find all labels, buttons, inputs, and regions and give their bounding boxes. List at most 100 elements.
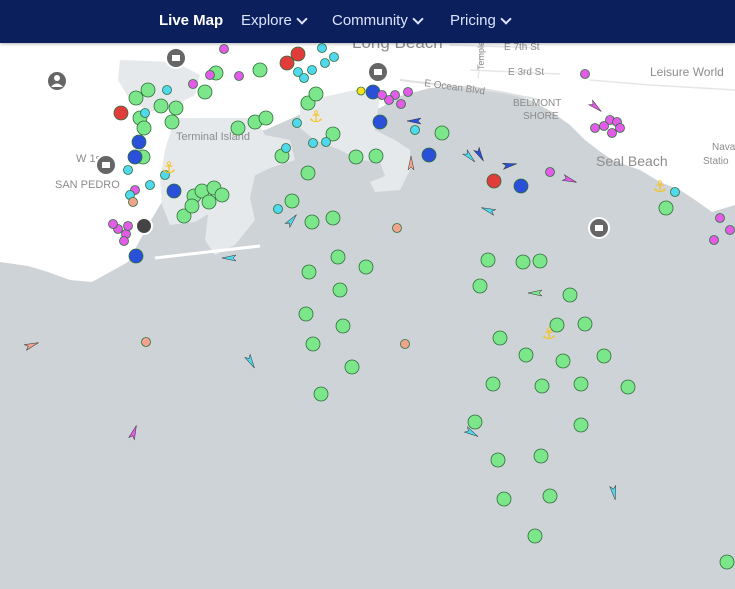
vessel-anchored[interactable] — [527, 528, 543, 544]
nav-live-map[interactable]: Live Map — [159, 12, 223, 29]
anchor-icon[interactable]: ⚓ — [653, 177, 667, 196]
vessel-tug[interactable] — [281, 143, 291, 153]
vessel-pleasure[interactable] — [108, 219, 118, 229]
vessel-anchored[interactable] — [534, 378, 550, 394]
vessel-tug[interactable] — [321, 137, 331, 147]
vessel-anchored[interactable] — [305, 336, 321, 352]
vessel-tug[interactable] — [308, 138, 318, 148]
vessel-pleasure[interactable] — [615, 123, 625, 133]
vessel-anchored[interactable] — [197, 84, 213, 100]
vessel-anchored[interactable] — [184, 198, 200, 214]
vessel-anchored[interactable] — [480, 252, 496, 268]
vessel-tug[interactable] — [299, 73, 309, 83]
vessel-tug[interactable] — [162, 85, 172, 95]
vessel-tug[interactable] — [317, 43, 327, 53]
vessel-anchored[interactable] — [518, 347, 534, 363]
vessel-anchored[interactable] — [298, 306, 314, 322]
vessel-passenger[interactable] — [131, 134, 147, 150]
vessel-passenger[interactable] — [128, 248, 144, 264]
vessel-passenger[interactable] — [127, 149, 143, 165]
vessel-anchored[interactable] — [348, 149, 364, 165]
vessel-anchored[interactable] — [136, 120, 152, 136]
vessel-anchored[interactable] — [358, 259, 374, 275]
vessel-anchored[interactable] — [492, 330, 508, 346]
vessel-tug[interactable] — [292, 118, 302, 128]
vessel-pleasure[interactable] — [234, 71, 244, 81]
vessel-pleasure[interactable] — [715, 213, 725, 223]
vessel-pleasure[interactable] — [377, 90, 387, 100]
vessel-other[interactable] — [392, 223, 402, 233]
vessel-anchored[interactable] — [496, 491, 512, 507]
vessel-pleasure[interactable] — [709, 235, 719, 245]
vessel-pleasure[interactable] — [403, 87, 413, 97]
vessel-pleasure[interactable] — [607, 128, 617, 138]
vessel-tug[interactable] — [329, 52, 339, 62]
nav-pricing[interactable]: Pricing — [450, 12, 512, 29]
vessel-anchored[interactable] — [532, 253, 548, 269]
vessel-anchored[interactable] — [596, 348, 612, 364]
vessel-tug[interactable] — [140, 108, 150, 118]
vessel-anchored[interactable] — [332, 282, 348, 298]
vessel-passenger[interactable] — [372, 114, 388, 130]
vessel-anchored[interactable] — [214, 187, 230, 203]
vessel-anchored[interactable] — [258, 110, 274, 126]
anchor-icon[interactable]: ⚓ — [162, 158, 176, 177]
vessel-anchored[interactable] — [308, 86, 324, 102]
vessel-pleasure[interactable] — [580, 69, 590, 79]
vessel-anchored[interactable] — [542, 488, 558, 504]
vessel-other[interactable] — [400, 339, 410, 349]
vessel-anchored[interactable] — [485, 376, 501, 392]
vessel-tug[interactable] — [320, 58, 330, 68]
anchor-icon[interactable]: ⚓ — [542, 324, 556, 343]
vessel-anchored[interactable] — [620, 379, 636, 395]
vessel-tug[interactable] — [410, 125, 420, 135]
vessel-anchored[interactable] — [577, 316, 593, 332]
vessel-anchored[interactable] — [555, 353, 571, 369]
vessel-pleasure[interactable] — [123, 221, 133, 231]
vessel-anchored[interactable] — [562, 287, 578, 303]
vessel-anchored[interactable] — [313, 386, 329, 402]
vessel-anchored[interactable] — [490, 452, 506, 468]
vessel-pleasure[interactable] — [396, 99, 406, 109]
vessel-anchored[interactable] — [467, 414, 483, 430]
vessel-tug[interactable] — [307, 65, 317, 75]
vessel-passenger[interactable] — [513, 178, 529, 194]
vessel-anchored[interactable] — [301, 264, 317, 280]
vessel-anchored[interactable] — [368, 148, 384, 164]
vessel-anchored[interactable] — [344, 359, 360, 375]
vessel-tug[interactable] — [670, 187, 680, 197]
vessel-tug[interactable] — [123, 165, 133, 175]
vessel-anchored[interactable] — [719, 554, 735, 570]
vessel-anchored[interactable] — [252, 62, 268, 78]
vessel-anchored[interactable] — [164, 114, 180, 130]
vessel-anchored[interactable] — [128, 90, 144, 106]
vessel-pleasure[interactable] — [188, 79, 198, 89]
anchor-icon[interactable]: ⚓ — [309, 107, 323, 126]
vessel-anchored[interactable] — [168, 100, 184, 116]
vessel-anchored[interactable] — [658, 200, 674, 216]
nav-community[interactable]: Community — [332, 12, 424, 29]
vessel-anchored[interactable] — [140, 82, 156, 98]
camera-icon[interactable] — [135, 217, 153, 235]
vessel-tanker[interactable] — [279, 55, 295, 71]
vessel-pleasure[interactable] — [599, 121, 609, 131]
vessel-tanker[interactable] — [486, 173, 502, 189]
vessel-pleasure[interactable] — [725, 225, 735, 235]
vessel-anchored[interactable] — [472, 278, 488, 294]
vessel-pleasure[interactable] — [119, 236, 129, 246]
vessel-anchored[interactable] — [153, 98, 169, 114]
vessel-anchored[interactable] — [284, 193, 300, 209]
vessel-anchored[interactable] — [434, 125, 450, 141]
vessel-special[interactable] — [356, 86, 366, 96]
vessel-anchored[interactable] — [300, 165, 316, 181]
vessel-anchored[interactable] — [230, 120, 246, 136]
vessel-anchored[interactable] — [533, 448, 549, 464]
vessel-other[interactable] — [141, 337, 151, 347]
vessel-anchored[interactable] — [335, 318, 351, 334]
vessel-anchored[interactable] — [515, 254, 531, 270]
vessel-anchored[interactable] — [201, 194, 217, 210]
vessel-anchored[interactable] — [325, 210, 341, 226]
vessel-anchored[interactable] — [573, 417, 589, 433]
vessel-anchored[interactable] — [573, 376, 589, 392]
vessel-tanker[interactable] — [113, 105, 129, 121]
